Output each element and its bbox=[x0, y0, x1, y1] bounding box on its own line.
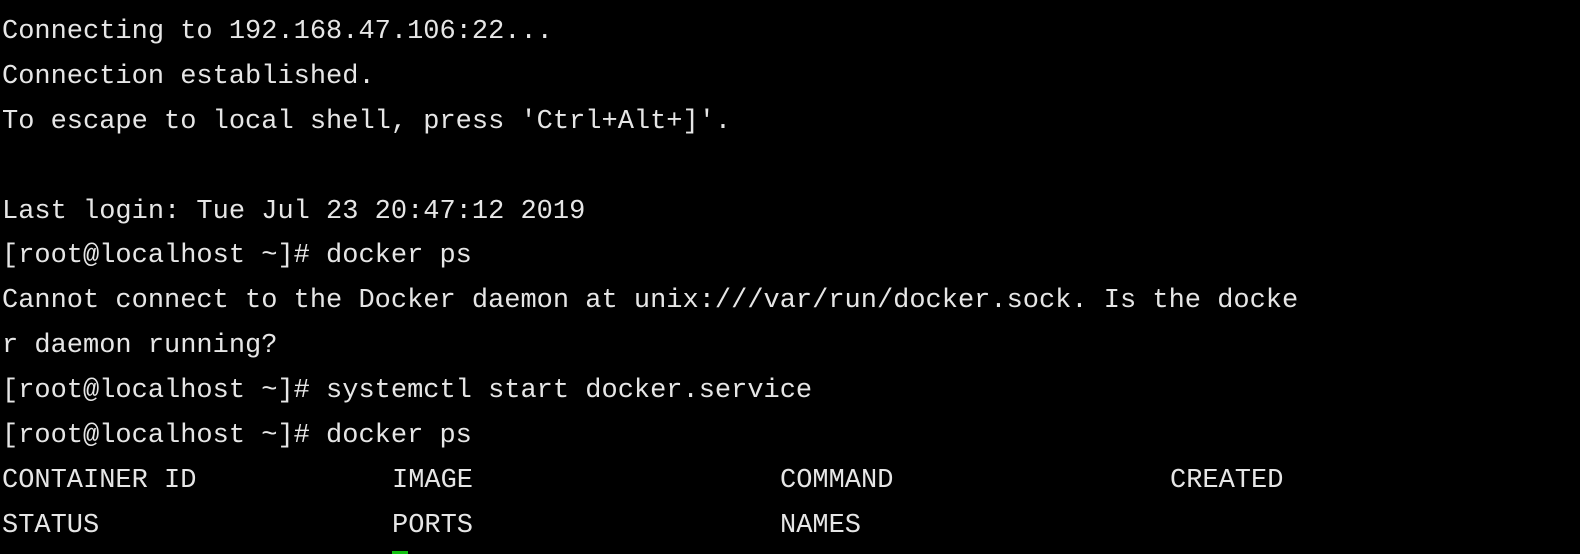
column-names: NAMES bbox=[780, 510, 862, 541]
column-ports: PORTS bbox=[392, 510, 474, 541]
terminal-window[interactable]: Connecting to 192.168.47.106:22... Conne… bbox=[0, 10, 1580, 554]
terminal-line-command-docker-ps: [root@localhost ~]# docker ps bbox=[2, 241, 472, 272]
column-status: STATUS bbox=[2, 510, 100, 541]
cursor-line bbox=[0, 549, 1580, 554]
terminal-line-command-docker-ps-2: [root@localhost ~]# docker ps bbox=[2, 421, 472, 452]
terminal-line-established: Connection established. bbox=[2, 61, 375, 92]
terminal-line-command-systemctl: [root@localhost ~]# systemctl start dock… bbox=[2, 376, 813, 407]
terminal-line-connecting: Connecting to 192.168.47.106:22... bbox=[2, 17, 553, 47]
column-created: CREATED bbox=[1170, 465, 1284, 496]
terminal-line-error-wrap: r daemon running? bbox=[2, 331, 278, 362]
terminal-line-last-login: Last login: Tue Jul 23 20:47:12 2019 bbox=[2, 196, 586, 227]
column-container-id: CONTAINER ID bbox=[2, 465, 197, 496]
terminal-line-escape-hint: To escape to local shell, press 'Ctrl+Al… bbox=[2, 106, 732, 137]
terminal-line-error: Cannot connect to the Docker daemon at u… bbox=[2, 286, 1299, 317]
column-image: IMAGE bbox=[392, 465, 474, 496]
column-command: COMMAND bbox=[780, 465, 894, 496]
docker-ps-header-row-1: CONTAINER ID IMAGE COMMAND CREATED bbox=[0, 459, 1580, 504]
docker-ps-header-row-2: STATUS PORTS NAMES bbox=[0, 504, 1580, 549]
